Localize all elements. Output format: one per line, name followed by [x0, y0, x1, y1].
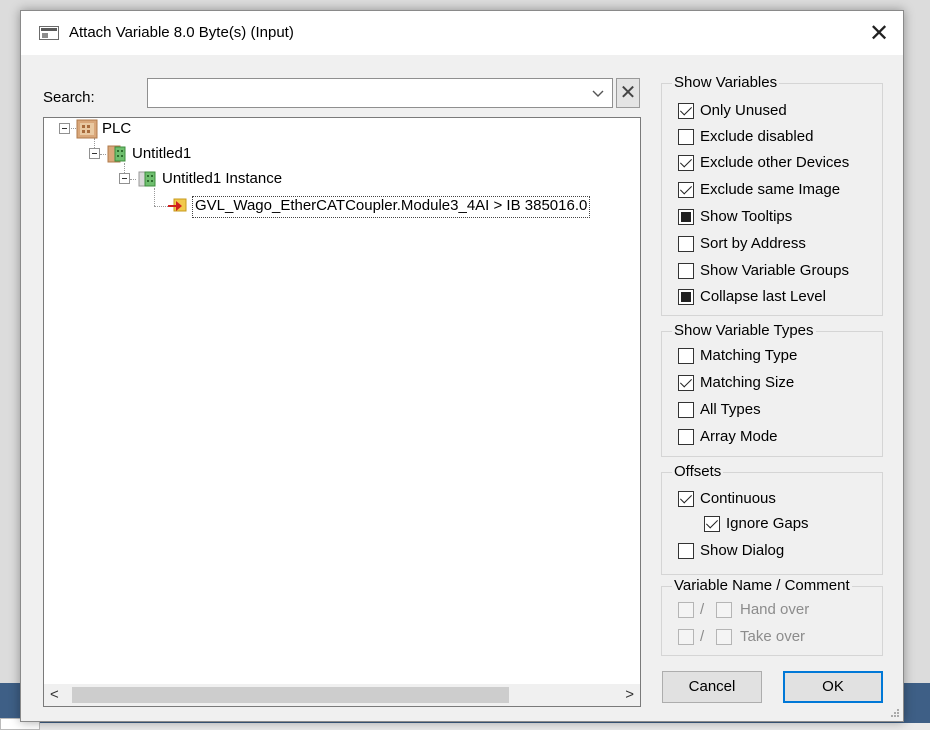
take-over-label: Take over [740, 628, 806, 645]
checkbox-label: Ignore Gaps [726, 515, 809, 532]
tree-node-label: GVL_Wago_EtherCATCoupler.Module3_4AI > I… [192, 196, 591, 218]
checkbox-label: All Types [700, 401, 761, 418]
checkbox-label: Sort by Address [700, 235, 806, 252]
checkbox-label: Continuous [700, 490, 776, 507]
checkbox-label: Show Tooltips [700, 208, 793, 225]
show-variables-group: Show Variables Only Unused Exclude disab… [661, 74, 883, 316]
title-bar[interactable]: Attach Variable 8.0 Byte(s) (Input) ✕ [21, 11, 903, 55]
collapse-icon[interactable] [59, 123, 70, 134]
checkbox-box[interactable] [678, 348, 694, 364]
checkbox-label: Matching Type [700, 347, 798, 364]
checkbox-box[interactable] [678, 209, 694, 225]
variable-name-comment-group: Variable Name / Comment / Hand over / Ta… [661, 577, 883, 656]
name-take-over-checkbox[interactable] [678, 629, 694, 645]
plc-module-icon [107, 145, 126, 163]
hand-over-row: / Hand over [678, 599, 878, 621]
tree-connector [154, 188, 155, 206]
search-input[interactable] [150, 81, 580, 105]
separator-slash: / [700, 628, 705, 645]
checkbox-box[interactable] [678, 155, 694, 171]
scrollbar-thumb[interactable] [72, 687, 509, 703]
dialog-title: Attach Variable 8.0 Byte(s) (Input) [69, 24, 294, 41]
ok-button[interactable]: OK [783, 671, 883, 703]
cancel-button[interactable]: Cancel [662, 671, 762, 703]
checkbox-label: Exclude same Image [700, 181, 841, 198]
checkbox-label: Show Dialog [700, 542, 785, 559]
tree-node-label: Untitled1 [132, 145, 192, 162]
attach-variable-dialog: Attach Variable 8.0 Byte(s) (Input) ✕ Se… [20, 10, 904, 722]
group-title: Offsets [672, 463, 724, 481]
group-title: Variable Name / Comment [672, 577, 852, 595]
checkbox-label: Collapse last Level [700, 288, 826, 305]
checkbox-box[interactable] [678, 236, 694, 252]
tree-connector [69, 128, 76, 129]
comment-take-over-checkbox[interactable] [716, 629, 732, 645]
offsets-group: Offsets Continuous Ignore Gaps Show Dial… [661, 463, 883, 575]
group-title: Show Variables [672, 74, 780, 92]
checkbox-box[interactable] [678, 263, 694, 279]
take-over-row: / Take over [678, 626, 878, 648]
clear-search-button[interactable]: ✕ [616, 78, 640, 108]
checkbox-label: Array Mode [700, 428, 778, 445]
checkbox-box[interactable] [678, 491, 694, 507]
checkbox-box[interactable] [678, 129, 694, 145]
checkbox-box[interactable] [678, 375, 694, 391]
close-button[interactable]: ✕ [865, 19, 893, 47]
background-app-bottom [0, 723, 930, 730]
checkbox-label: Only Unused [700, 102, 787, 119]
checkbox-box[interactable] [678, 429, 694, 445]
checkbox-label: Exclude other Devices [700, 154, 850, 171]
checkbox-box[interactable] [678, 402, 694, 418]
tree-node-label: Untitled1 Instance [162, 170, 283, 187]
collapse-icon[interactable] [119, 173, 130, 184]
collapse-icon[interactable] [89, 148, 100, 159]
tree-node-variable[interactable]: GVL_Wago_EtherCATCoupler.Module3_4AI > I… [164, 196, 640, 218]
checkbox-box[interactable] [678, 103, 694, 119]
checkbox-box[interactable] [678, 289, 694, 305]
search-label: Search: [43, 89, 95, 106]
plc-project-icon [76, 119, 98, 139]
group-title: Show Variable Types [672, 322, 816, 340]
checkbox-label: Show Variable Groups [700, 262, 849, 279]
checkbox-box[interactable] [704, 516, 720, 532]
plc-instance-icon [138, 171, 156, 187]
checkbox-label: Exclude disabled [700, 128, 814, 145]
name-hand-over-checkbox[interactable] [678, 602, 694, 618]
checkbox-label: Matching Size [700, 374, 795, 391]
separator-slash: / [700, 601, 705, 618]
input-variable-icon [168, 198, 187, 212]
checkbox-box[interactable] [678, 543, 694, 559]
show-variable-types-group: Show Variable Types Matching Type Matchi… [661, 322, 883, 457]
resize-grip-icon[interactable] [890, 708, 900, 718]
comment-hand-over-checkbox[interactable] [716, 602, 732, 618]
horizontal-scrollbar[interactable]: < > [44, 684, 640, 706]
hand-over-label: Hand over [740, 601, 810, 618]
scroll-right-arrow[interactable]: > [625, 686, 634, 703]
checkbox-box[interactable] [678, 182, 694, 198]
variable-tree[interactable]: PLC Untitled1 Untitled1 Instance GVL_Wag… [43, 117, 641, 707]
window-icon [39, 26, 59, 40]
chevron-down-icon[interactable] [588, 83, 608, 103]
search-combobox[interactable] [147, 78, 613, 108]
tree-node-label: PLC [102, 120, 132, 137]
scroll-left-arrow[interactable]: < [50, 686, 59, 703]
